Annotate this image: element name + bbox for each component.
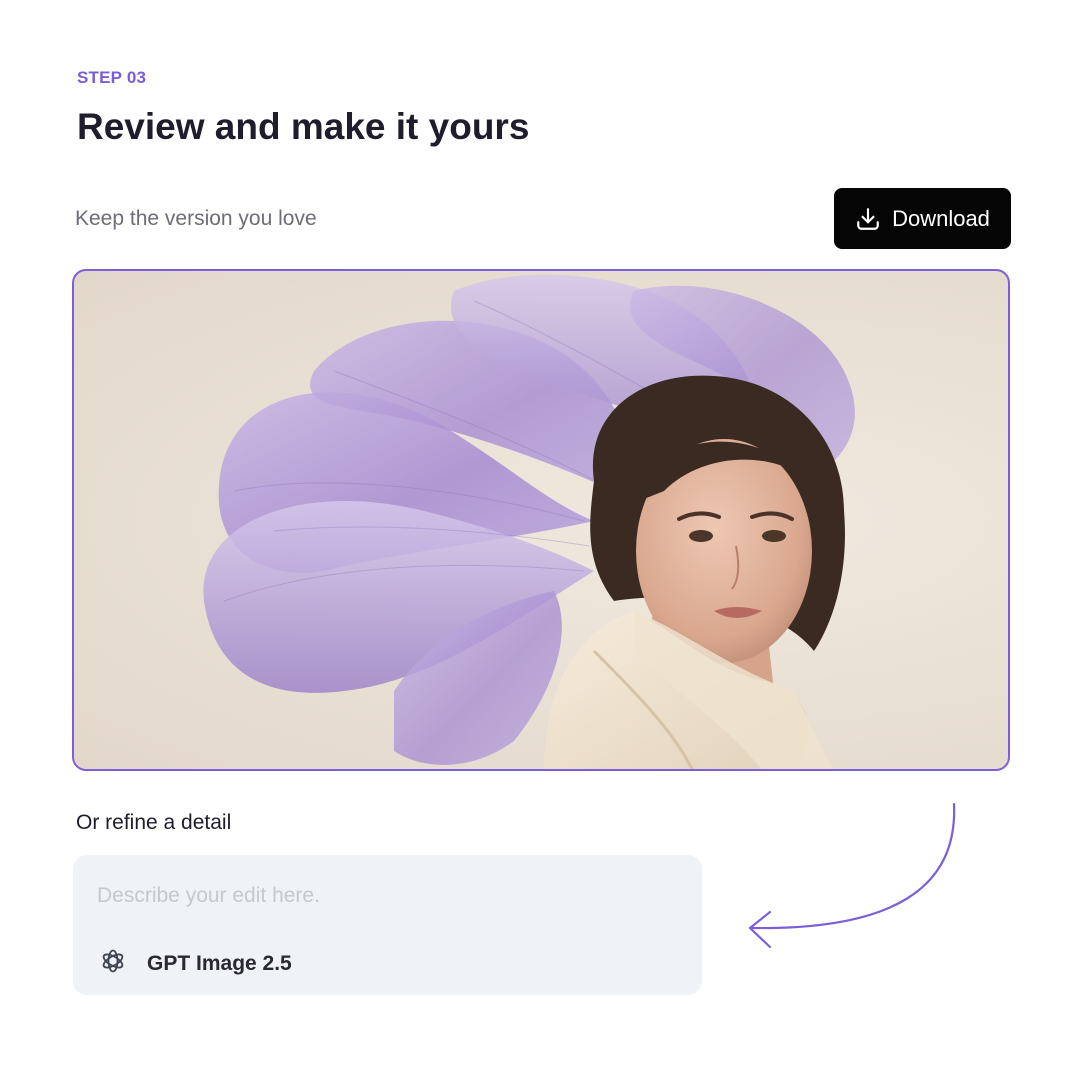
download-icon bbox=[855, 206, 881, 232]
edit-prompt-input[interactable] bbox=[97, 881, 677, 911]
model-name: GPT Image 2.5 bbox=[147, 951, 292, 975]
openai-logo-icon bbox=[99, 947, 127, 980]
result-subtitle: Keep the version you love bbox=[75, 207, 317, 230]
refine-label: Or refine a detail bbox=[76, 811, 232, 834]
download-button[interactable]: Download bbox=[834, 188, 1011, 249]
curved-arrow-icon bbox=[748, 802, 956, 949]
portrait-illustration bbox=[203, 274, 855, 769]
step-label: STEP 03 bbox=[77, 68, 147, 87]
model-selector[interactable]: GPT Image 2.5 bbox=[99, 947, 292, 980]
download-label: Download bbox=[892, 205, 990, 231]
page-title: Review and make it yours bbox=[77, 106, 530, 147]
prompt-panel: GPT Image 2.5 bbox=[73, 855, 702, 995]
generated-image[interactable] bbox=[72, 269, 1010, 771]
step-page: STEP 03 Review and make it yours Keep th… bbox=[0, 0, 1080, 1080]
